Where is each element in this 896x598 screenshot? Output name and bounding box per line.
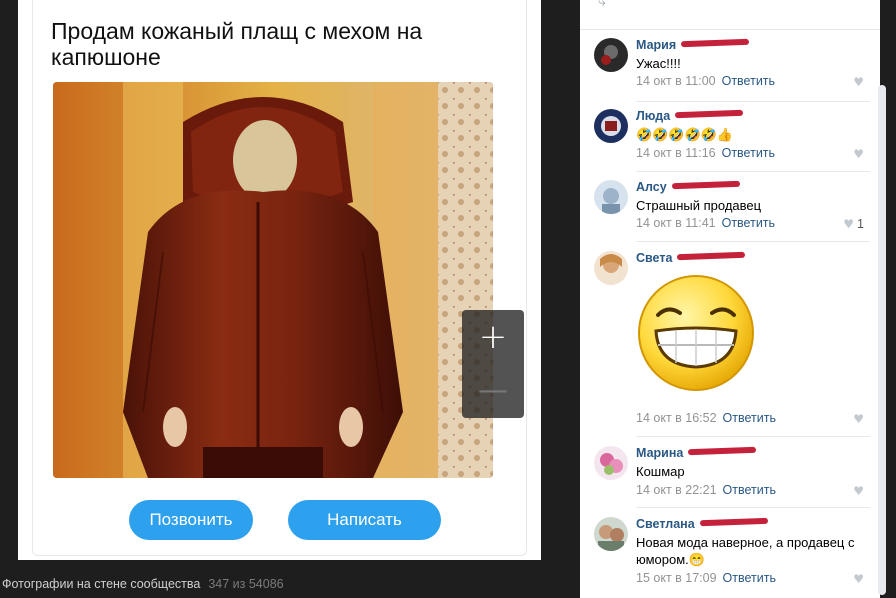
- comments-scrollbar[interactable]: [878, 85, 886, 595]
- comment-meta: 15 окт в 17:09 Ответить: [636, 571, 776, 585]
- like-button[interactable]: ♥: [853, 75, 864, 89]
- comment-author[interactable]: Марина: [636, 446, 757, 460]
- avatar[interactable]: [594, 38, 628, 72]
- comment-author[interactable]: Алсу: [636, 180, 740, 194]
- photo-caption: Фотографии на стене сообщества 347 из 540…: [2, 577, 284, 591]
- comment-text: Ужас!!!!: [636, 56, 681, 71]
- photo-viewer: Продам кожаный плащ с мехом на капюшоне: [0, 0, 580, 598]
- reply-link[interactable]: Ответить: [723, 571, 776, 585]
- comment-meta: 14 окт в 11:16 Ответить: [636, 146, 775, 160]
- comment-text: Кошмар: [636, 464, 685, 479]
- comment-author[interactable]: Мария: [636, 38, 750, 52]
- redaction-mark: [681, 38, 750, 48]
- ad-card: Продам кожаный плащ с мехом на капюшоне: [32, 0, 527, 556]
- comment-meta: 14 окт в 11:00 Ответить: [636, 74, 775, 88]
- comments-panel: ⤷ Мария Ужас!!!! 14 окт в 11:00 Ответить …: [580, 0, 880, 598]
- reply-link[interactable]: Ответить: [722, 74, 775, 88]
- avatar[interactable]: [594, 446, 628, 480]
- page-edge: [886, 0, 896, 598]
- heart-icon: ♥: [853, 75, 864, 89]
- comment-time[interactable]: 14 окт в 11:00: [636, 74, 716, 88]
- reply-link[interactable]: Ответить: [722, 146, 775, 160]
- call-button[interactable]: Позвонить: [129, 500, 253, 540]
- heart-icon: ♥: [853, 412, 864, 426]
- heart-icon: ♥: [853, 147, 864, 161]
- sticker-grin-icon[interactable]: [636, 273, 756, 393]
- like-button[interactable]: ♥: [853, 484, 864, 498]
- comment: Мария Ужас!!!! 14 окт в 11:00 Ответить ♥: [594, 38, 870, 92]
- like-button[interactable]: ♥: [853, 147, 864, 161]
- ad-title: Продам кожаный плащ с мехом на капюшоне: [51, 18, 423, 70]
- redaction-mark: [688, 446, 757, 456]
- photo[interactable]: Продам кожаный плащ с мехом на капюшоне: [18, 0, 541, 560]
- caption-label[interactable]: Фотографии на стене сообщества: [2, 577, 200, 591]
- comment-time[interactable]: 14 окт в 16:52: [636, 411, 717, 425]
- redaction-mark: [675, 109, 744, 119]
- comment-text: Страшный продавец: [636, 198, 762, 213]
- comment-time[interactable]: 14 окт в 11:16: [636, 146, 716, 160]
- comment-time[interactable]: 14 окт в 11:41: [636, 216, 716, 230]
- like-button[interactable]: ♥: [853, 412, 864, 426]
- redaction-mark: [677, 251, 746, 261]
- like-button[interactable]: ♥: [853, 572, 864, 586]
- comment: Алсу Страшный продавец 14 окт в 11:41 Отв…: [594, 180, 870, 234]
- divider: [636, 241, 870, 242]
- comment-meta: 14 окт в 22:21 Ответить: [636, 483, 776, 497]
- comment-text: 🤣🤣🤣🤣🤣👍: [636, 127, 734, 142]
- comment: Светлана Новая мода наверное, а продавец…: [594, 517, 870, 597]
- comment-meta: 14 окт в 16:52 Ответить: [636, 411, 776, 425]
- comment-text: Новая мода наверное, а продавец с юмором…: [636, 535, 855, 567]
- redaction-mark: [671, 180, 740, 190]
- photo-counter: 347 из 54086: [208, 577, 284, 591]
- reply-link[interactable]: Ответить: [723, 483, 776, 497]
- like-count: 1: [857, 217, 864, 231]
- heart-icon: ♥: [853, 572, 864, 586]
- comment-author[interactable]: Люда: [636, 109, 744, 123]
- avatar[interactable]: [594, 180, 628, 214]
- comment-time[interactable]: 15 окт в 17:09: [636, 571, 717, 585]
- avatar[interactable]: [594, 251, 628, 285]
- zoom-in-button[interactable]: +: [462, 310, 524, 364]
- avatar[interactable]: [594, 109, 628, 143]
- redaction-mark: [699, 517, 768, 527]
- zoom-out-button[interactable]: —: [462, 364, 524, 418]
- divider: [636, 507, 870, 508]
- write-button[interactable]: Написать: [288, 500, 441, 540]
- comment: Люда 🤣🤣🤣🤣🤣👍 14 окт в 11:16 Ответить ♥: [594, 109, 870, 163]
- coat-photo: [53, 82, 493, 478]
- heart-icon: ♥: [853, 484, 864, 498]
- comment-author[interactable]: Света: [636, 251, 746, 265]
- divider: [636, 101, 870, 102]
- avatar[interactable]: [594, 517, 628, 551]
- reply-link[interactable]: Ответить: [722, 216, 775, 230]
- comments-top: ⤷: [580, 0, 880, 30]
- heart-icon: ♥: [843, 217, 855, 231]
- share-icon[interactable]: ⤷: [598, 0, 606, 10]
- like-button[interactable]: ♥ 1: [843, 217, 864, 231]
- divider: [636, 171, 870, 172]
- comment-author[interactable]: Светлана: [636, 517, 768, 531]
- zoom-control: + —: [462, 310, 524, 418]
- comment: Света 14 окт в 16:52 Ответить ♥: [594, 251, 870, 431]
- reply-link[interactable]: Ответить: [723, 411, 776, 425]
- comment-time[interactable]: 14 окт в 22:21: [636, 483, 717, 497]
- comment-meta: 14 окт в 11:41 Ответить: [636, 216, 775, 230]
- comment: Марина Кошмар 14 окт в 22:21 Ответить ♥: [594, 446, 870, 500]
- divider: [636, 436, 870, 437]
